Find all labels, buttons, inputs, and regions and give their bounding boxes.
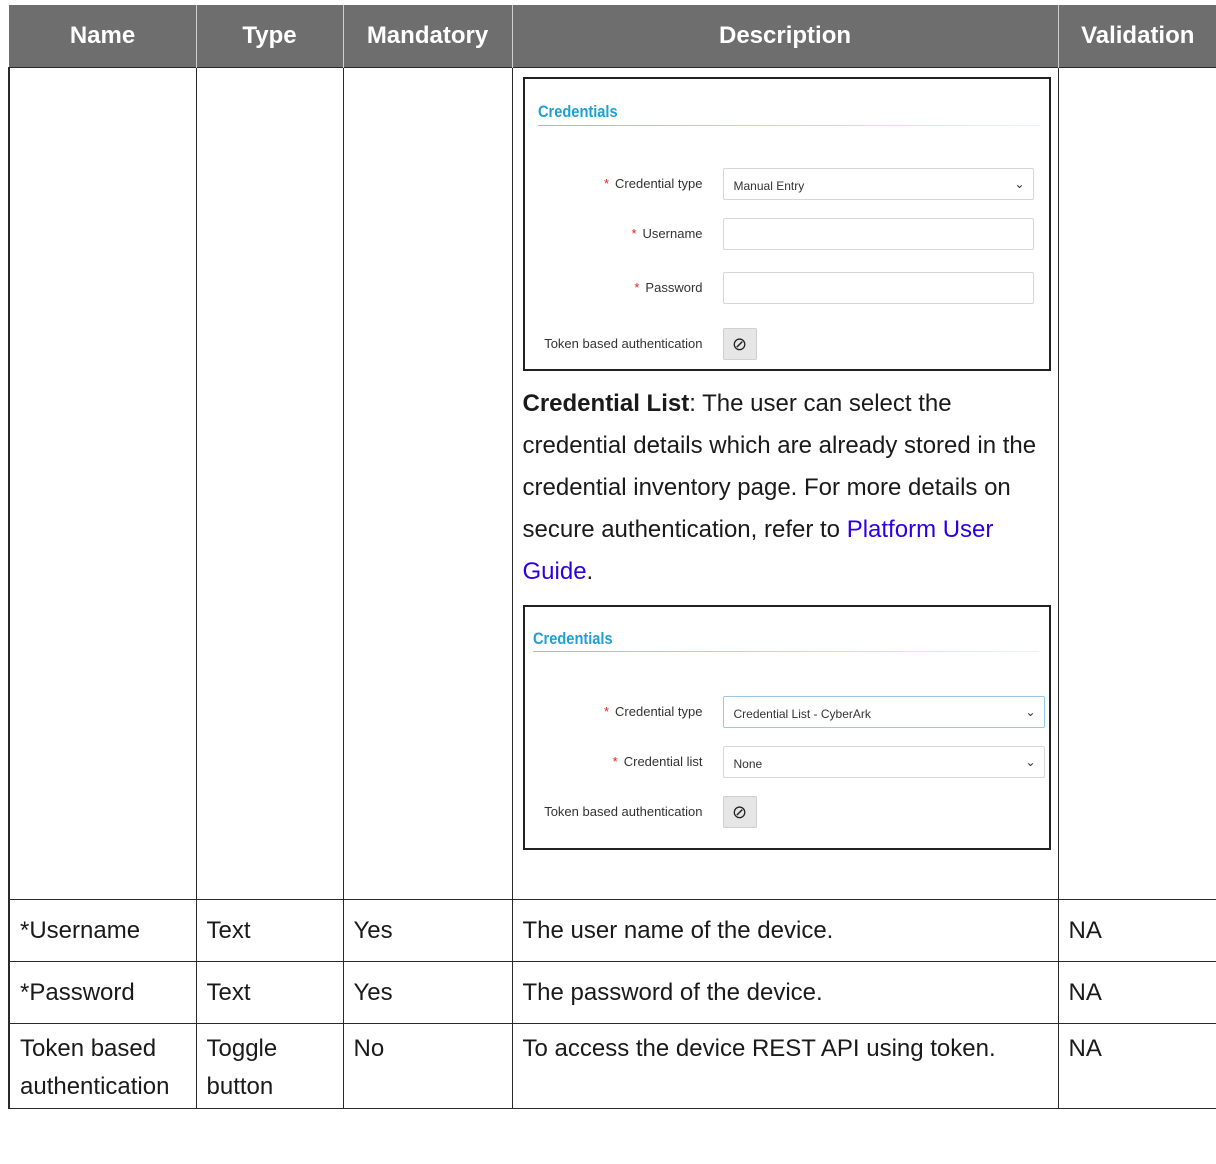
- cell-description: The user name of the device.: [511, 899, 1059, 962]
- parameter-table: Name Type Mandatory Description Validati…: [8, 5, 1216, 1109]
- cell-name: [8, 67, 197, 900]
- cell-validation: [1057, 67, 1216, 900]
- cell-name: *Username: [8, 899, 197, 962]
- credential-type-label: * Credential type: [604, 176, 703, 192]
- token-auth-toggle[interactable]: ⊘: [722, 328, 757, 360]
- credentials-screenshot-list: Credentials * Credential type Credential …: [522, 605, 1051, 850]
- token-auth-toggle[interactable]: ⊘: [722, 796, 757, 828]
- credential-type-row: * Credential type Manual Entry ⌄: [525, 168, 1049, 202]
- credential-type-select[interactable]: Manual Entry ⌄: [722, 168, 1034, 200]
- cell-validation: NA: [1057, 961, 1216, 1024]
- table-row: *Username Text Yes The user name of the …: [8, 899, 1216, 962]
- label-text: Password: [645, 280, 703, 295]
- credentials-title: Credentials: [532, 629, 613, 648]
- cell-validation: NA: [1057, 1023, 1216, 1109]
- title-divider: [537, 125, 1039, 126]
- cell-validation: NA: [1057, 899, 1216, 962]
- label-text: Username: [642, 226, 703, 241]
- credential-list-paragraph: Credential List: The user can select the…: [523, 383, 1048, 593]
- credential-type-label: * Credential type: [604, 704, 703, 720]
- credential-list-row: * Credential list None ⌄: [525, 746, 1049, 780]
- cell-mandatory: [342, 67, 513, 900]
- cell-name: Token based authentication: [8, 1023, 197, 1109]
- cell-type: Text: [195, 899, 344, 962]
- disabled-icon: ⊘: [731, 802, 748, 822]
- password-label: * Password: [634, 280, 702, 296]
- para-end: .: [586, 558, 594, 585]
- label-text: Credential type: [615, 704, 703, 719]
- cell-description: To access the device REST API using toke…: [511, 1023, 1059, 1109]
- username-row: * Username: [525, 218, 1049, 252]
- table-row: Token based authentication Toggle button…: [8, 1023, 1216, 1109]
- cell-type: [195, 67, 344, 900]
- credential-list-select[interactable]: None ⌄: [722, 746, 1045, 778]
- header-row: Name Type Mandatory Description Validati…: [8, 5, 1216, 68]
- header-validation: Validation: [1057, 5, 1216, 68]
- required-marker: *: [603, 704, 610, 719]
- select-value: Manual Entry: [733, 179, 805, 193]
- select-value: None: [733, 757, 763, 771]
- para-bold: Credential List: [522, 390, 690, 417]
- credentials-screenshot-manual: Credentials * Credential type Manual Entr…: [522, 77, 1051, 371]
- credential-type-select[interactable]: Credential List - CyberArk ⌄: [722, 696, 1045, 728]
- cell-mandatory: Yes: [342, 961, 513, 1024]
- header-type: Type: [195, 5, 343, 68]
- token-auth-label: Token based authentication: [544, 804, 703, 819]
- label-text: Credential type: [615, 176, 703, 191]
- token-auth-label: Token based authentication: [544, 336, 703, 351]
- cell-description: Credentials * Credential type Manual Entr…: [511, 67, 1059, 900]
- chevron-down-icon: ⌄: [1025, 705, 1036, 719]
- required-marker: *: [634, 280, 640, 295]
- username-input[interactable]: [722, 218, 1034, 250]
- cell-name: *Password: [8, 961, 197, 1024]
- password-row: * Password: [525, 272, 1049, 306]
- cell-type: Toggle button: [195, 1023, 344, 1109]
- label-text: Credential list: [623, 754, 703, 769]
- header-mandatory: Mandatory: [342, 5, 512, 68]
- header-description: Description: [511, 5, 1058, 68]
- required-marker: *: [631, 226, 637, 241]
- cell-description: The password of the device.: [511, 961, 1059, 1024]
- token-auth-row: Token based authentication ⊘: [525, 796, 1049, 830]
- chevron-down-icon: ⌄: [1014, 177, 1025, 191]
- password-input[interactable]: [722, 272, 1034, 304]
- cell-mandatory: No: [342, 1023, 513, 1109]
- disabled-icon: ⊘: [731, 334, 748, 354]
- required-marker: *: [603, 176, 610, 191]
- token-auth-row: Token based authentication ⊘: [525, 328, 1049, 362]
- required-marker: *: [612, 754, 618, 769]
- header-name: Name: [8, 5, 196, 68]
- credential-list-label: * Credential list: [613, 754, 703, 770]
- title-divider: [532, 651, 1039, 652]
- cell-mandatory: Yes: [342, 899, 513, 962]
- credential-type-row: * Credential type Credential List - Cyber…: [525, 696, 1049, 730]
- username-label: * Username: [631, 226, 702, 242]
- cell-type: Text: [195, 961, 344, 1024]
- select-value: Credential List - CyberArk: [733, 707, 871, 721]
- table-row: *Password Text Yes The password of the d…: [8, 961, 1216, 1024]
- table-row: Credentials * Credential type Manual Entr…: [8, 67, 1216, 900]
- chevron-down-icon: ⌄: [1025, 755, 1036, 769]
